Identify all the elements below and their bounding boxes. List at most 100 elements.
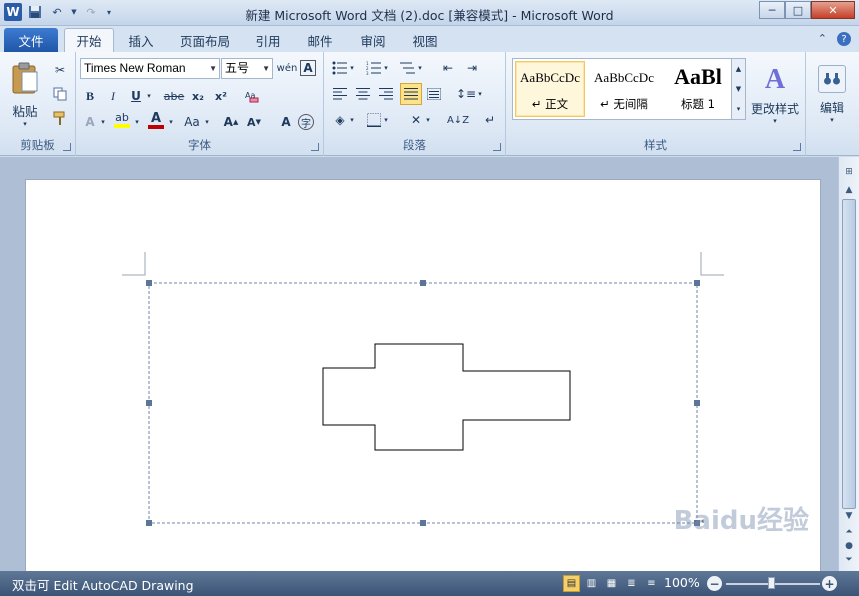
italic-button[interactable]: I [103, 86, 123, 106]
underline-dropdown-icon[interactable]: ▾ [144, 86, 154, 106]
bullets-dropdown-icon[interactable]: ▾ [348, 58, 356, 78]
tab-page-layout[interactable]: 页面布局 [172, 28, 238, 52]
borders-icon[interactable] [364, 110, 384, 130]
increase-indent-icon[interactable]: ⇥ [462, 58, 482, 78]
shading-icon[interactable]: ◈ [330, 110, 350, 130]
numbering-icon[interactable]: 123 [364, 58, 384, 78]
styles-launcher-icon[interactable] [793, 143, 801, 151]
autocad-drawing-object[interactable]: ↵ [144, 280, 704, 530]
vertical-scrollbar[interactable]: ⊞ ▲ ▼ ⏶ ● ⏷ [838, 157, 859, 571]
font-size-combo[interactable]: 五号 ▼ [221, 58, 273, 79]
zoom-out-button[interactable]: − [707, 576, 722, 591]
align-left-icon[interactable] [330, 84, 350, 104]
web-layout-view-icon[interactable]: ▦ [603, 575, 620, 592]
character-shading-icon[interactable]: A [276, 112, 296, 132]
next-page-icon[interactable]: ⏷ [842, 553, 856, 567]
select-browse-object-icon[interactable]: ● [842, 539, 856, 553]
ruler-toggle-icon[interactable]: ⊞ [842, 165, 856, 179]
change-case-dropdown-icon[interactable]: ▾ [202, 112, 212, 132]
highlight-color-button[interactable]: ab [112, 110, 132, 130]
font-name-dropdown-icon[interactable]: ▼ [209, 59, 217, 78]
chinese-layout-dropdown-icon[interactable]: ▾ [424, 110, 432, 130]
paste-button[interactable]: 粘贴 ▾ [6, 56, 44, 132]
phonetic-guide-icon[interactable]: wén [277, 58, 298, 78]
maximize-button[interactable]: □ [785, 1, 811, 19]
font-name-combo[interactable]: Times New Roman ▼ [80, 58, 220, 79]
gallery-down-icon[interactable]: ▼ [732, 79, 745, 99]
copy-icon[interactable] [50, 84, 70, 104]
paragraph-launcher-icon[interactable] [493, 143, 501, 151]
align-center-icon[interactable] [353, 84, 373, 104]
zoom-slider-thumb[interactable] [768, 577, 775, 589]
tab-home[interactable]: 开始 [64, 28, 114, 52]
multilevel-dropdown-icon[interactable]: ▾ [416, 58, 424, 78]
full-screen-reading-view-icon[interactable]: ▥ [583, 575, 600, 592]
sort-icon[interactable]: A↓Z [447, 110, 469, 130]
align-right-icon[interactable] [376, 84, 396, 104]
highlight-dropdown-icon[interactable]: ▾ [132, 112, 142, 132]
resize-handle-s[interactable] [420, 520, 426, 526]
style-heading-1[interactable]: AaBl 标题 1 [663, 61, 733, 117]
line-spacing-dropdown-icon[interactable]: ▾ [476, 84, 484, 104]
numbering-dropdown-icon[interactable]: ▾ [382, 58, 390, 78]
tab-file[interactable]: 文件 [4, 28, 58, 52]
gallery-up-icon[interactable]: ▲ [732, 59, 745, 79]
clipboard-launcher-icon[interactable] [63, 143, 71, 151]
chinese-layout-icon[interactable]: ✕ [406, 110, 426, 130]
character-border-icon[interactable]: A [300, 60, 316, 76]
borders-dropdown-icon[interactable]: ▾ [382, 110, 390, 130]
distributed-icon[interactable] [424, 84, 444, 104]
clear-formatting-icon[interactable]: Aa [242, 86, 262, 106]
subscript-button[interactable]: x₂ [188, 86, 208, 106]
enclose-characters-icon[interactable]: 字 [298, 114, 314, 130]
tab-review[interactable]: 审阅 [350, 28, 396, 52]
zoom-level[interactable]: 100% [664, 575, 700, 590]
change-styles-button[interactable]: A 更改样式 ▾ [748, 56, 802, 132]
font-color-dropdown-icon[interactable]: ▾ [166, 112, 176, 132]
tab-references[interactable]: 引用 [246, 28, 290, 52]
scroll-down-icon[interactable]: ▼ [842, 509, 856, 523]
gallery-more-icon[interactable]: ▾ [732, 99, 745, 119]
tab-view[interactable]: 视图 [402, 28, 448, 52]
scroll-thumb[interactable] [842, 199, 856, 509]
underline-button[interactable]: U [126, 86, 146, 106]
decrease-indent-icon[interactable]: ⇤ [438, 58, 458, 78]
show-marks-icon[interactable]: ↵ [480, 110, 500, 130]
bullets-icon[interactable] [330, 58, 350, 78]
help-icon[interactable]: ? [837, 32, 851, 46]
resize-handle-nw[interactable] [146, 280, 152, 286]
resize-handle-n[interactable] [420, 280, 426, 286]
font-launcher-icon[interactable] [311, 143, 319, 151]
change-case-button[interactable]: Aa [180, 112, 204, 132]
justify-icon[interactable] [400, 83, 422, 105]
style-normal[interactable]: AaBbCcDc ↵ 正文 [515, 61, 585, 117]
print-layout-view-icon[interactable]: ▤ [563, 575, 580, 592]
resize-handle-w[interactable] [146, 400, 152, 406]
multilevel-list-icon[interactable] [398, 58, 418, 78]
resize-handle-ne[interactable] [694, 280, 700, 286]
previous-page-icon[interactable]: ⏶ [842, 525, 856, 539]
minimize-button[interactable]: ─ [759, 1, 785, 19]
text-effects-icon[interactable]: A [80, 112, 100, 132]
text-effects-dropdown-icon[interactable]: ▾ [98, 112, 108, 132]
style-no-spacing[interactable]: AaBbCcDc ↵ 无间隔 [589, 61, 659, 117]
minimize-ribbon-icon[interactable]: ⌃ [818, 32, 827, 46]
scroll-up-icon[interactable]: ▲ [842, 183, 856, 197]
bold-button[interactable]: B [80, 86, 100, 106]
shrink-font-icon[interactable]: A ▼ [244, 112, 264, 132]
superscript-button[interactable]: x² [211, 86, 231, 106]
line-spacing-icon[interactable]: ↕≡ [456, 84, 476, 104]
close-button[interactable]: ✕ [811, 1, 855, 19]
strikethrough-button[interactable]: abe [162, 86, 186, 106]
grow-font-icon[interactable]: A ▲ [221, 112, 241, 132]
editing-button[interactable]: 编辑 ▾ [812, 56, 852, 132]
resize-handle-sw[interactable] [146, 520, 152, 526]
font-size-dropdown-icon[interactable]: ▼ [262, 59, 270, 78]
cut-icon[interactable]: ✂ [50, 60, 70, 80]
paste-dropdown-icon[interactable]: ▾ [23, 120, 27, 128]
format-painter-icon[interactable] [50, 108, 70, 128]
shading-dropdown-icon[interactable]: ▾ [348, 110, 356, 130]
resize-handle-e[interactable] [694, 400, 700, 406]
tab-mailings[interactable]: 邮件 [298, 28, 342, 52]
outline-view-icon[interactable]: ≣ [623, 575, 640, 592]
